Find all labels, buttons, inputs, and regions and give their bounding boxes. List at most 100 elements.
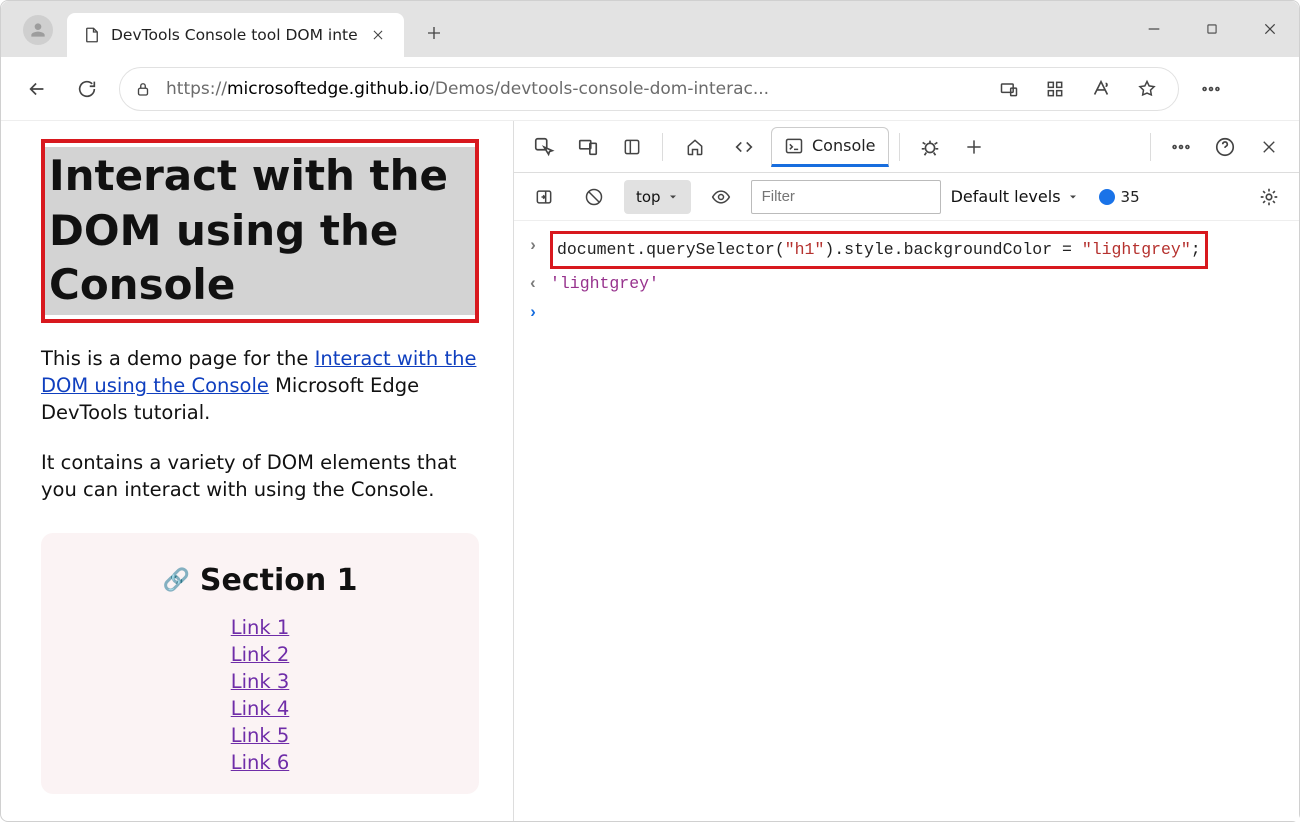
back-button[interactable] [19, 71, 55, 107]
window-controls [1125, 1, 1299, 57]
chevron-down-icon [1067, 191, 1079, 203]
console-input-line: › document.querySelector("h1").style.bac… [528, 231, 1285, 269]
tab-welcome[interactable] [673, 127, 717, 167]
code-icon [733, 136, 755, 158]
home-icon [685, 137, 705, 157]
input-chevron-icon: › [528, 231, 542, 261]
tab-title: DevTools Console tool DOM inte [111, 26, 358, 44]
context-selector[interactable]: top [624, 180, 691, 214]
refresh-icon [76, 78, 98, 100]
log-levels-selector[interactable]: Default levels [951, 187, 1079, 206]
section-1: 🔗 Section 1 Link 1 Link 2 Link 3 Link 4 … [41, 533, 479, 794]
plus-icon [964, 137, 984, 157]
close-icon [371, 28, 385, 42]
close-window-button[interactable] [1241, 1, 1299, 57]
plus-icon [425, 24, 443, 42]
output-value: 'lightgrey' [550, 269, 659, 299]
list-link[interactable]: Link 2 [231, 643, 290, 666]
highlighted-code: document.querySelector("h1").style.backg… [550, 231, 1208, 269]
inspect-element-button[interactable] [524, 127, 564, 167]
content-row: Interact with the DOM using the Console … [1, 121, 1299, 821]
profile-button[interactable] [23, 15, 53, 45]
browser-window: DevTools Console tool DOM inte https: [0, 0, 1300, 822]
separator [899, 133, 900, 161]
refresh-button[interactable] [69, 71, 105, 107]
tab-close-button[interactable] [368, 25, 388, 45]
close-icon [1260, 138, 1278, 156]
bug-icon [919, 136, 941, 158]
text: This is a demo page for the [41, 347, 315, 370]
toggle-sidebar-button[interactable] [524, 177, 564, 217]
more-menu-button[interactable] [1193, 71, 1229, 107]
help-button[interactable] [1205, 127, 1245, 167]
issues-counter[interactable]: 35 [1099, 188, 1140, 206]
list-link[interactable]: Link 4 [231, 697, 290, 720]
tab-elements[interactable] [721, 127, 767, 167]
highlighted-h1: Interact with the DOM using the Console [41, 139, 479, 323]
tab-sources[interactable] [910, 127, 950, 167]
screen-fit-icon[interactable] [992, 72, 1026, 106]
live-expression-button[interactable] [701, 177, 741, 217]
tab-label: Console [812, 136, 876, 155]
clear-console-button[interactable] [574, 177, 614, 217]
console-prompt-line[interactable]: › [528, 298, 1285, 328]
chevron-down-icon [667, 191, 679, 203]
address-bar-row: https://microsoftedge.github.io/Demos/de… [1, 57, 1299, 121]
separator [1150, 133, 1151, 161]
devtools-tabstrip: Console [514, 121, 1299, 173]
section-title-text: Section 1 [200, 563, 358, 598]
context-label: top [636, 188, 661, 206]
app-mode-icon[interactable] [1038, 72, 1072, 106]
page-scroll[interactable]: Interact with the DOM using the Console … [9, 129, 501, 813]
lock-icon [134, 80, 154, 98]
devtools-close-button[interactable] [1249, 127, 1289, 167]
prompt-chevron-icon: › [528, 298, 542, 328]
list-link[interactable]: Link 3 [231, 670, 290, 693]
console-icon [784, 136, 804, 156]
maximize-icon [1205, 22, 1219, 36]
maximize-button[interactable] [1183, 1, 1241, 57]
help-icon [1214, 136, 1236, 158]
levels-label: Default levels [951, 187, 1061, 206]
add-tab-button[interactable] [954, 127, 994, 167]
code-token: ).style.backgroundColor = [824, 240, 1081, 259]
intro-paragraph-1: This is a demo page for the Interact wit… [41, 345, 479, 427]
new-tab-button[interactable] [414, 13, 454, 53]
minimize-icon [1146, 21, 1162, 37]
arrow-left-icon [26, 78, 48, 100]
devtools-more-button[interactable] [1161, 127, 1201, 167]
minimize-button[interactable] [1125, 1, 1183, 57]
list-link[interactable]: Link 5 [231, 724, 290, 747]
person-icon [28, 20, 48, 40]
anchor-icon[interactable]: 🔗 [162, 568, 189, 593]
favorite-icon[interactable] [1130, 72, 1164, 106]
list-link[interactable]: Link 1 [231, 616, 290, 639]
url-scheme: https:// [166, 79, 227, 99]
console-output[interactable]: › document.querySelector("h1").style.bac… [514, 221, 1299, 821]
list-link[interactable]: Link 6 [231, 751, 290, 774]
console-settings-button[interactable] [1249, 177, 1289, 217]
url-text: https://microsoftedge.github.io/Demos/de… [166, 79, 980, 99]
separator [662, 133, 663, 161]
page-title: Interact with the DOM using the Console [45, 147, 475, 315]
section-1-heading: 🔗 Section 1 [162, 563, 357, 598]
dock-toggle-button[interactable] [612, 127, 652, 167]
read-aloud-icon[interactable] [1084, 72, 1118, 106]
eye-icon [711, 187, 731, 207]
console-toolbar: top Default levels 35 [514, 173, 1299, 221]
url-host: microsoftedge.github.io [227, 79, 429, 99]
code-string: "lightgrey" [1082, 240, 1191, 259]
console-output-line: ‹ 'lightgrey' [528, 269, 1285, 299]
url-path: /Demos/devtools-console-dom-interac... [429, 79, 769, 99]
issues-count: 35 [1121, 188, 1140, 206]
gear-icon [1258, 186, 1280, 208]
filter-input[interactable] [751, 180, 941, 214]
page-viewport: Interact with the DOM using the Console … [1, 121, 514, 821]
tab-console[interactable]: Console [771, 127, 889, 167]
intro-paragraph-2: It contains a variety of DOM elements th… [41, 449, 479, 504]
device-toggle-button[interactable] [568, 127, 608, 167]
address-bar[interactable]: https://microsoftedge.github.io/Demos/de… [119, 67, 1179, 111]
more-icon [1200, 78, 1222, 100]
clear-icon [584, 187, 604, 207]
browser-tab[interactable]: DevTools Console tool DOM inte [67, 13, 404, 57]
